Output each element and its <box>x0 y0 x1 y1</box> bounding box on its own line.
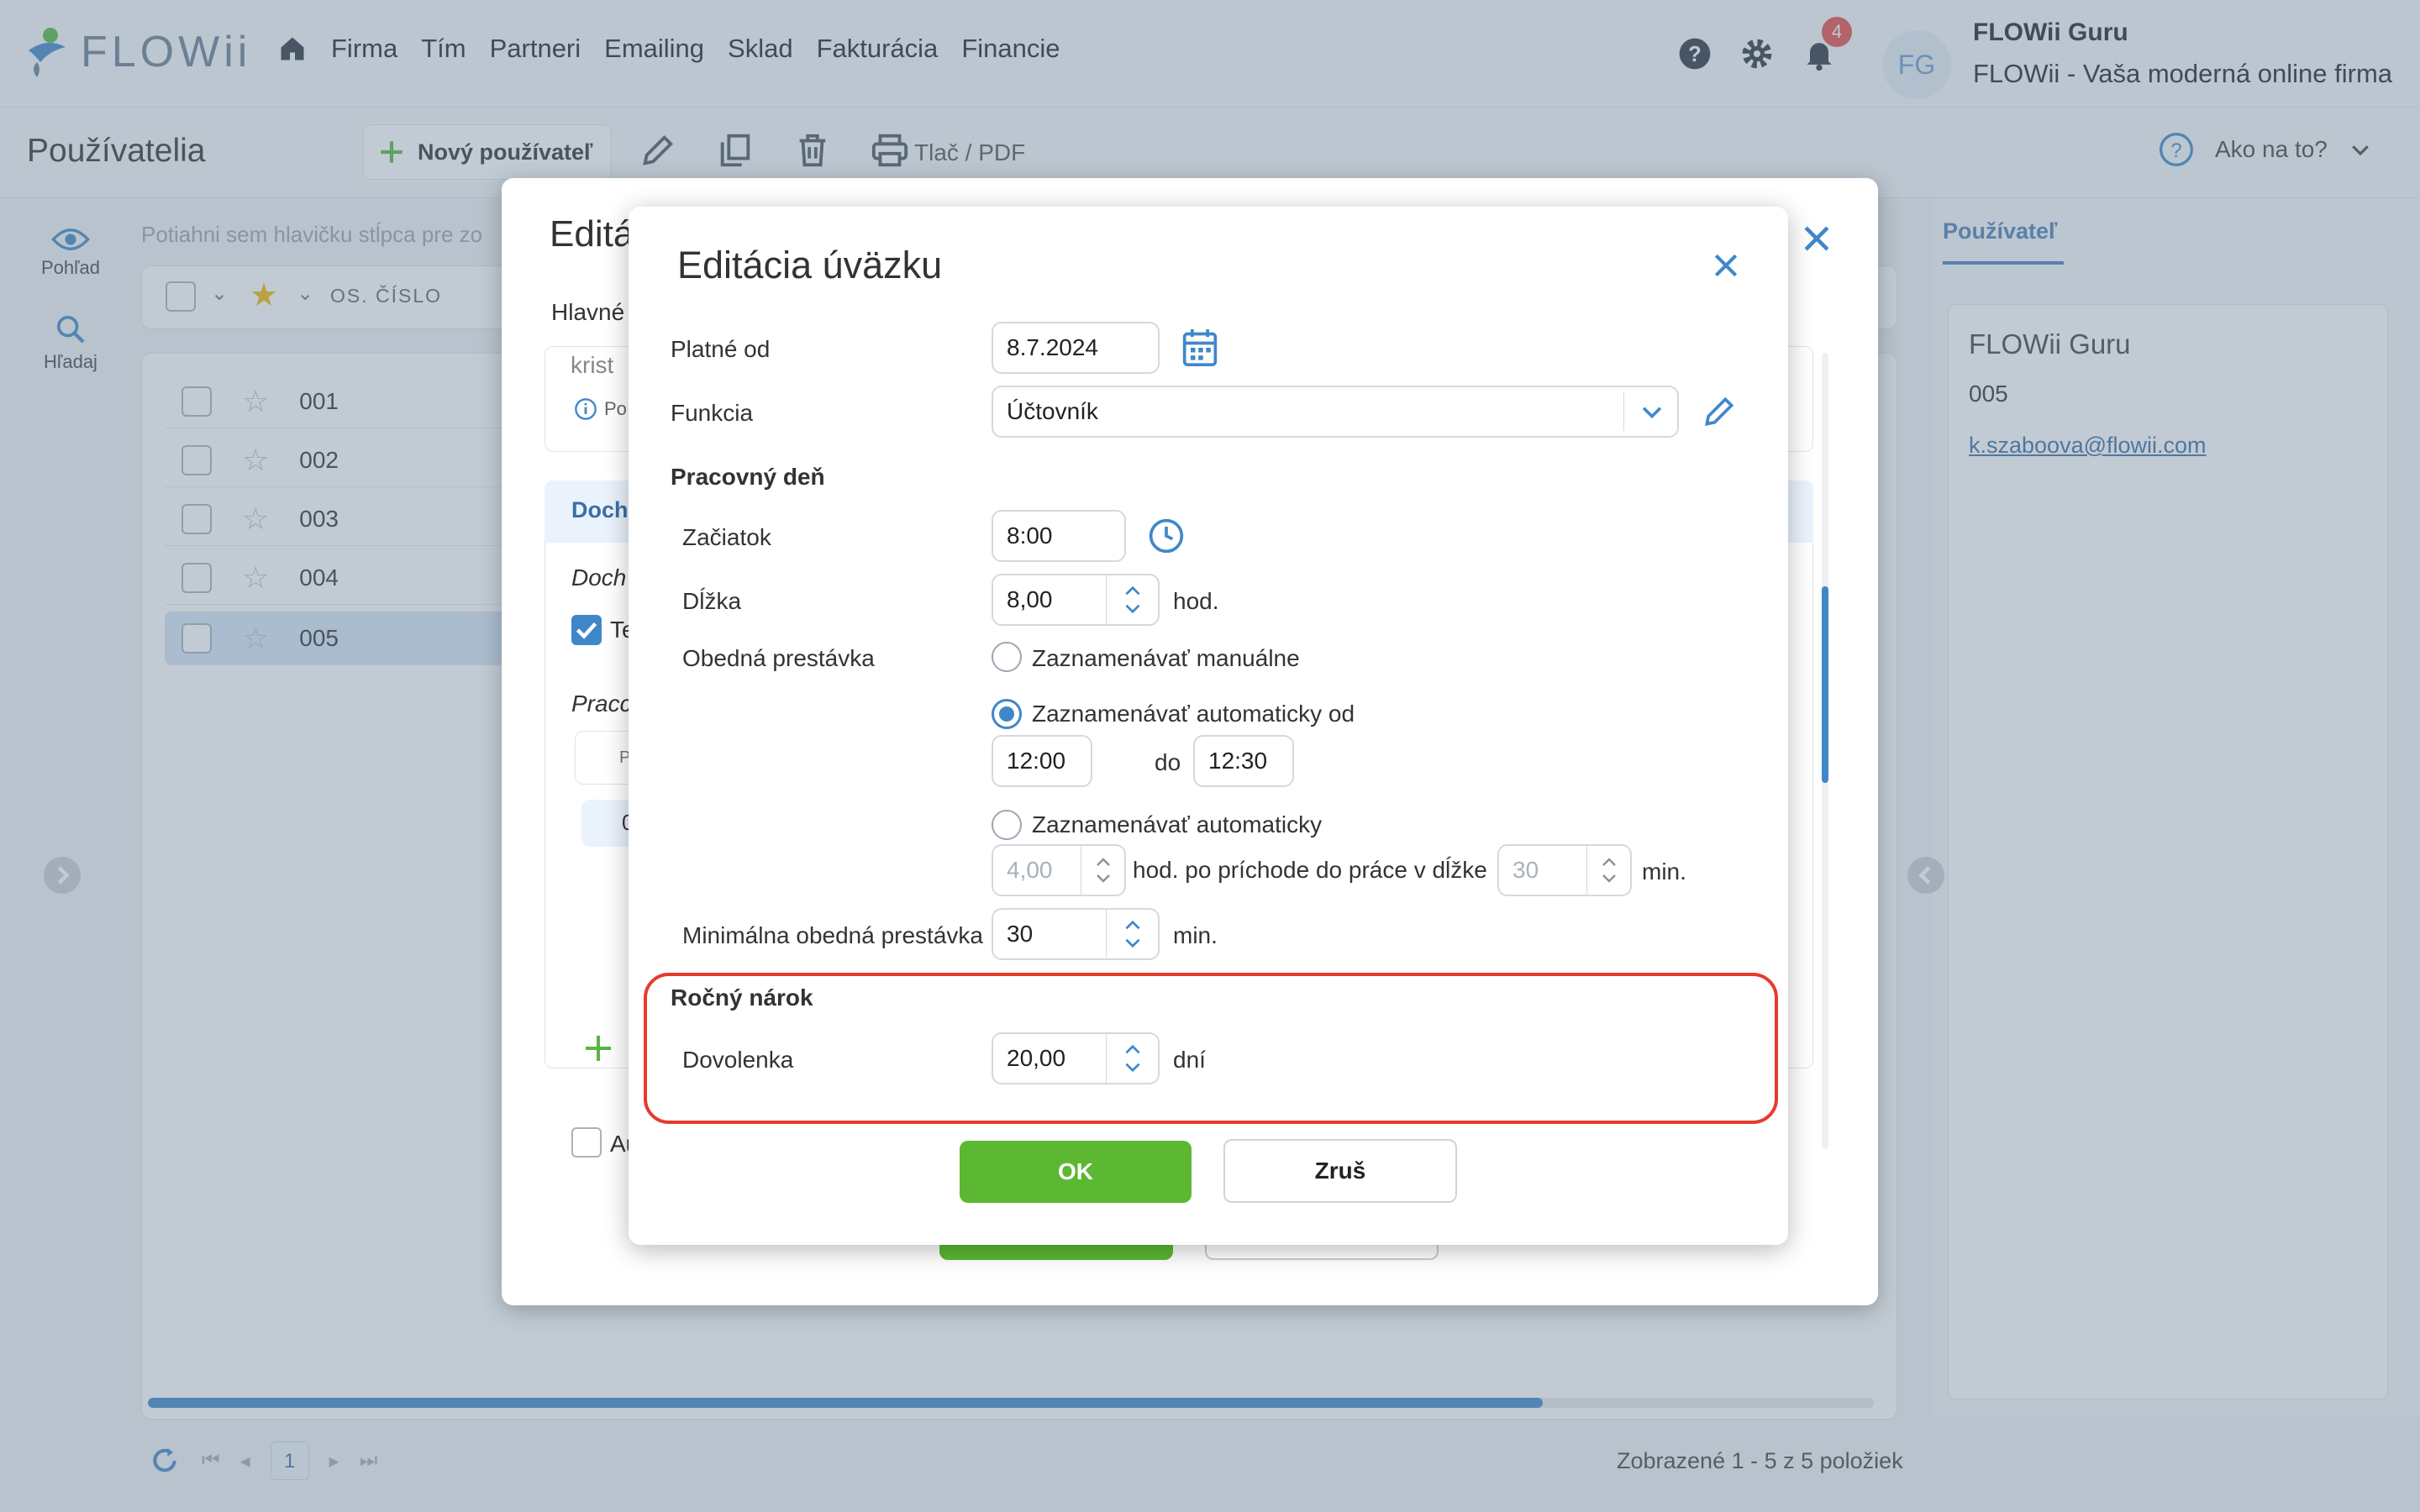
annual-heading: Ročný nárok <box>671 984 813 1011</box>
radio-auto[interactable] <box>992 810 1022 840</box>
dialog-scrollbar-thumb[interactable] <box>1822 586 1828 783</box>
outer-italic-2: Pracc <box>571 690 632 717</box>
length-value: 8,00 <box>1007 586 1053 612</box>
pencil-icon[interactable] <box>1701 393 1738 430</box>
clock-icon[interactable] <box>1148 517 1185 554</box>
min-lunch-label: Minimálna obedná prestávka <box>682 922 983 948</box>
outer-italic-1: Doch <box>571 564 627 591</box>
chevron-up-icon[interactable] <box>1122 916 1144 934</box>
dialog-title: Editácia úväzku <box>677 244 943 286</box>
min-lunch-input[interactable]: 30 <box>992 908 1160 960</box>
valid-from-label: Platné od <box>671 336 771 362</box>
auto-hours-input: 4,00 <box>992 844 1126 896</box>
length-label: Dĺžka <box>682 588 742 614</box>
to-label-text: do <box>1155 749 1181 775</box>
outer-input-fragment[interactable]: krist <box>571 352 613 379</box>
hours-unit: hod. <box>1173 588 1219 614</box>
length-stepper[interactable] <box>1106 575 1158 624</box>
auto-minutes-value: 30 <box>1512 857 1539 883</box>
auto-hours-stepper <box>1081 846 1124 895</box>
function-value: Účtovník <box>1007 398 1098 424</box>
days-unit: dní <box>1173 1047 1206 1073</box>
chevron-down-icon <box>1096 874 1110 883</box>
min-lunch-stepper[interactable] <box>1106 910 1158 958</box>
close-icon[interactable] <box>1798 220 1835 257</box>
vacation-label: Dovolenka <box>682 1047 794 1073</box>
length-input[interactable]: 8,00 <box>992 574 1160 626</box>
radio-manual-label[interactable]: Zaznamenávať manuálne <box>1032 645 1300 672</box>
chevron-up-icon[interactable] <box>1122 581 1144 600</box>
function-select[interactable]: Účtovník <box>992 386 1679 438</box>
auto-minutes-unit: min. <box>1642 858 1686 885</box>
lunch-from-input[interactable]: 12:00 <box>992 735 1092 787</box>
start-time-input[interactable]: 8:00 <box>992 510 1126 562</box>
ok-button[interactable]: OK <box>960 1141 1192 1203</box>
vacation-input[interactable]: 20,00 <box>992 1032 1160 1084</box>
outer-info: Po <box>574 397 627 421</box>
chevron-down-icon[interactable] <box>1122 934 1144 953</box>
chevron-up-icon <box>1096 858 1110 866</box>
chevron-up-icon[interactable] <box>1122 1040 1144 1058</box>
outer-checkbox[interactable] <box>571 1127 602 1158</box>
outer-dialog-title: Editá <box>550 213 634 255</box>
radio-auto-label[interactable]: Zaznamenávať automaticky <box>1032 811 1322 838</box>
chevron-down-icon <box>1642 407 1662 419</box>
function-dropdown-toggle[interactable] <box>1623 392 1677 431</box>
radio-manual[interactable] <box>992 642 1022 672</box>
auto-hours-value: 4,00 <box>1007 857 1053 883</box>
info-icon <box>575 398 597 420</box>
lunch-label: Obedná prestávka <box>682 645 875 671</box>
chevron-down-icon[interactable] <box>1122 1058 1144 1077</box>
outer-info-text: Po <box>604 398 627 419</box>
auto-minutes-stepper <box>1586 846 1630 895</box>
vacation-value: 20,00 <box>1007 1045 1066 1071</box>
lunch-to-input[interactable]: 12:30 <box>1193 735 1294 787</box>
chevron-down-icon <box>1602 874 1616 883</box>
radio-auto-from[interactable] <box>992 699 1022 729</box>
tab-main[interactable]: Hlavné <box>551 299 624 326</box>
vacation-stepper[interactable] <box>1106 1034 1158 1083</box>
radio-auto-from-label[interactable]: Zaznamenávať automaticky od <box>1032 701 1355 727</box>
close-icon[interactable] <box>1709 249 1743 282</box>
function-label: Funkcia <box>671 400 754 426</box>
min-lunch-value: 30 <box>1007 921 1034 947</box>
check-icon <box>576 622 597 639</box>
min-lunch-unit: min. <box>1173 922 1218 948</box>
workday-heading: Pracovný deň <box>671 464 825 490</box>
auto-minutes-input: 30 <box>1497 844 1632 896</box>
highlight-annual-entitlement <box>644 973 1778 1124</box>
auto-hours-text: hod. po príchode do práce v dĺžke <box>1133 857 1487 883</box>
valid-from-input[interactable]: 8.7.2024 <box>992 322 1160 374</box>
calendar-icon[interactable] <box>1181 328 1218 368</box>
outer-section-title[interactable]: Doch <box>571 497 629 523</box>
plus-icon[interactable] <box>581 1032 615 1065</box>
outer-checkbox-checked[interactable] <box>571 615 602 645</box>
start-label: Začiatok <box>682 524 771 550</box>
chevron-up-icon <box>1602 858 1616 866</box>
cancel-button[interactable]: Zruš <box>1223 1139 1457 1203</box>
chevron-down-icon[interactable] <box>1122 600 1144 618</box>
